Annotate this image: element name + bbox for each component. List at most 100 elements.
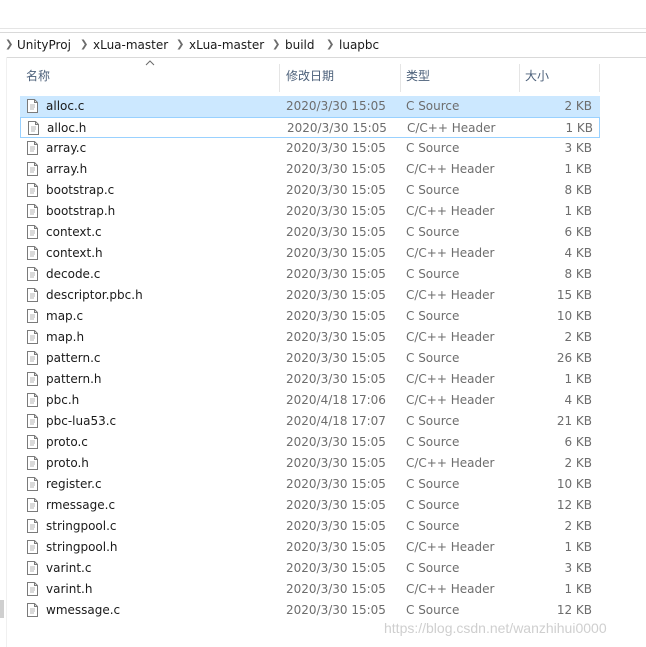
file-type: C/C++ Header	[406, 582, 495, 596]
file-row[interactable]: pattern.c 2020/3/30 15:05 C Source 26 KB	[20, 348, 600, 369]
navigation-scrollbar-thumb[interactable]	[0, 600, 4, 618]
file-size: 1 KB	[565, 121, 593, 135]
file-row[interactable]: varint.c 2020/3/30 15:05 C Source 3 KB	[20, 558, 600, 579]
breadcrumb-item-xlua-master-2[interactable]: xLua-master	[189, 36, 264, 54]
file-row[interactable]: array.h 2020/3/30 15:05 C/C++ Header 1 KB	[20, 159, 600, 180]
file-modified-date: 2020/3/30 15:05	[286, 141, 386, 155]
file-modified-date: 2020/3/30 15:05	[286, 351, 386, 365]
file-modified-date: 2020/3/30 15:05	[286, 456, 386, 470]
file-modified-date: 2020/3/30 15:05	[286, 246, 386, 260]
file-type: C/C++ Header	[406, 456, 495, 470]
file-type: C Source	[406, 519, 460, 533]
file-type: C Source	[406, 309, 460, 323]
file-name: rmessage.c	[46, 498, 116, 512]
file-size: 21 KB	[556, 414, 592, 428]
file-row[interactable]: array.c 2020/3/30 15:05 C Source 3 KB	[20, 138, 600, 159]
column-header-type[interactable]: 类型	[400, 60, 519, 92]
column-header-row: 名称 修改日期 类型 大小	[20, 60, 600, 92]
breadcrumb-item-luapbc[interactable]: luapbc	[339, 36, 379, 54]
breadcrumb-item-build[interactable]: build	[285, 36, 315, 54]
column-divider[interactable]	[599, 64, 600, 92]
file-modified-date: 2020/4/18 17:07	[286, 414, 386, 428]
file-size: 10 KB	[556, 309, 592, 323]
file-size: 12 KB	[556, 603, 592, 617]
file-name: proto.c	[46, 435, 88, 449]
breadcrumb-item-unityproj[interactable]: UnityProj	[17, 36, 71, 54]
file-size: 4 KB	[564, 246, 592, 260]
file-name: stringpool.c	[46, 519, 117, 533]
file-type: C Source	[406, 183, 460, 197]
file-size: 1 KB	[564, 204, 592, 218]
file-icon	[27, 456, 38, 470]
file-modified-date: 2020/3/30 15:05	[286, 519, 386, 533]
file-name: descriptor.pbc.h	[46, 288, 143, 302]
file-list: alloc.c 2020/3/30 15:05 C Source 2 KB alloc.…	[20, 96, 600, 621]
file-row[interactable]: wmessage.c 2020/3/30 15:05 C Source 12 KB	[20, 600, 600, 621]
file-icon	[27, 519, 38, 533]
file-name: proto.h	[46, 456, 89, 470]
breadcrumb-item-xlua-master[interactable]: xLua-master	[93, 36, 168, 54]
column-header-size[interactable]: 大小	[519, 60, 599, 92]
file-row[interactable]: descriptor.pbc.h 2020/3/30 15:05 C/C++ Hea…	[20, 285, 600, 306]
file-type: C Source	[406, 99, 460, 113]
file-row[interactable]: pattern.h 2020/3/30 15:05 C/C++ Header 1 KB	[20, 369, 600, 390]
file-size: 10 KB	[556, 477, 592, 491]
file-row[interactable]: pbc.h 2020/4/18 17:06 C/C++ Header 4 KB	[20, 390, 600, 411]
chevron-right-icon[interactable]: ❯	[326, 36, 334, 54]
file-row[interactable]: bootstrap.c 2020/3/30 15:05 C Source 8 KB	[20, 180, 600, 201]
file-modified-date: 2020/3/30 15:05	[286, 204, 386, 218]
file-row[interactable]: varint.h 2020/3/30 15:05 C/C++ Header 1 KB	[20, 579, 600, 600]
file-row[interactable]: rmessage.c 2020/3/30 15:05 C Source 12 KB	[20, 495, 600, 516]
file-row[interactable]: alloc.h 2020/3/30 15:05 C/C++ Header 1 KB	[20, 117, 600, 138]
file-icon	[27, 141, 38, 155]
file-row[interactable]: pbc-lua53.c 2020/4/18 17:07 C Source 21 KB	[20, 411, 600, 432]
chevron-right-icon[interactable]: ❯	[272, 36, 280, 54]
file-icon	[27, 561, 38, 575]
file-type: C/C++ Header	[406, 246, 495, 260]
file-icon	[27, 540, 38, 554]
watermark-text: https://blog.csdn.net/wanzhihui0000	[384, 620, 607, 636]
file-size: 3 KB	[564, 141, 592, 155]
file-row[interactable]: map.c 2020/3/30 15:05 C Source 10 KB	[20, 306, 600, 327]
file-name: alloc.c	[46, 99, 85, 113]
address-bar[interactable]: ❯ UnityProj ❯ xLua-master ❯ xLua-master …	[0, 32, 646, 58]
file-row[interactable]: proto.c 2020/3/30 15:05 C Source 6 KB	[20, 432, 600, 453]
file-modified-date: 2020/3/30 15:05	[286, 99, 386, 113]
file-name: stringpool.h	[46, 540, 118, 554]
file-name: alloc.h	[47, 121, 87, 135]
file-size: 8 KB	[564, 267, 592, 281]
file-modified-date: 2020/3/30 15:05	[286, 435, 386, 449]
file-size: 8 KB	[564, 183, 592, 197]
file-row[interactable]: map.h 2020/3/30 15:05 C/C++ Header 2 KB	[20, 327, 600, 348]
file-modified-date: 2020/3/30 15:05	[286, 582, 386, 596]
file-row[interactable]: stringpool.c 2020/3/30 15:05 C Source 2 KB	[20, 516, 600, 537]
file-row[interactable]: register.c 2020/3/30 15:05 C Source 10 KB	[20, 474, 600, 495]
file-name: pattern.c	[46, 351, 101, 365]
chevron-right-icon[interactable]: ❯	[176, 36, 184, 54]
file-row[interactable]: context.h 2020/3/30 15:05 C/C++ Header 4 KB	[20, 243, 600, 264]
file-row[interactable]: proto.h 2020/3/30 15:05 C/C++ Header 2 KB	[20, 453, 600, 474]
file-modified-date: 2020/3/30 15:05	[286, 183, 386, 197]
file-name: decode.c	[46, 267, 101, 281]
file-size: 6 KB	[564, 225, 592, 239]
navigation-pane-edge	[0, 57, 7, 647]
column-header-name[interactable]: 名称	[20, 60, 278, 92]
file-row[interactable]: stringpool.h 2020/3/30 15:05 C/C++ Header 1…	[20, 537, 600, 558]
file-name: varint.c	[46, 561, 92, 575]
chevron-right-icon[interactable]: ❯	[80, 36, 88, 54]
file-name: register.c	[46, 477, 102, 491]
file-size: 1 KB	[564, 582, 592, 596]
file-type: C/C++ Header	[406, 288, 495, 302]
file-name: bootstrap.c	[46, 183, 115, 197]
file-row[interactable]: context.c 2020/3/30 15:05 C Source 6 KB	[20, 222, 600, 243]
file-name: array.c	[46, 141, 87, 155]
file-size: 15 KB	[556, 288, 592, 302]
file-icon	[27, 225, 38, 239]
chevron-right-icon[interactable]: ❯	[5, 36, 13, 54]
file-row[interactable]: alloc.c 2020/3/30 15:05 C Source 2 KB	[20, 96, 600, 117]
column-header-date[interactable]: 修改日期	[280, 60, 399, 92]
file-row[interactable]: decode.c 2020/3/30 15:05 C Source 8 KB	[20, 264, 600, 285]
file-row[interactable]: bootstrap.h 2020/3/30 15:05 C/C++ Header 1 …	[20, 201, 600, 222]
file-size: 12 KB	[556, 498, 592, 512]
file-modified-date: 2020/3/30 15:05	[286, 288, 386, 302]
